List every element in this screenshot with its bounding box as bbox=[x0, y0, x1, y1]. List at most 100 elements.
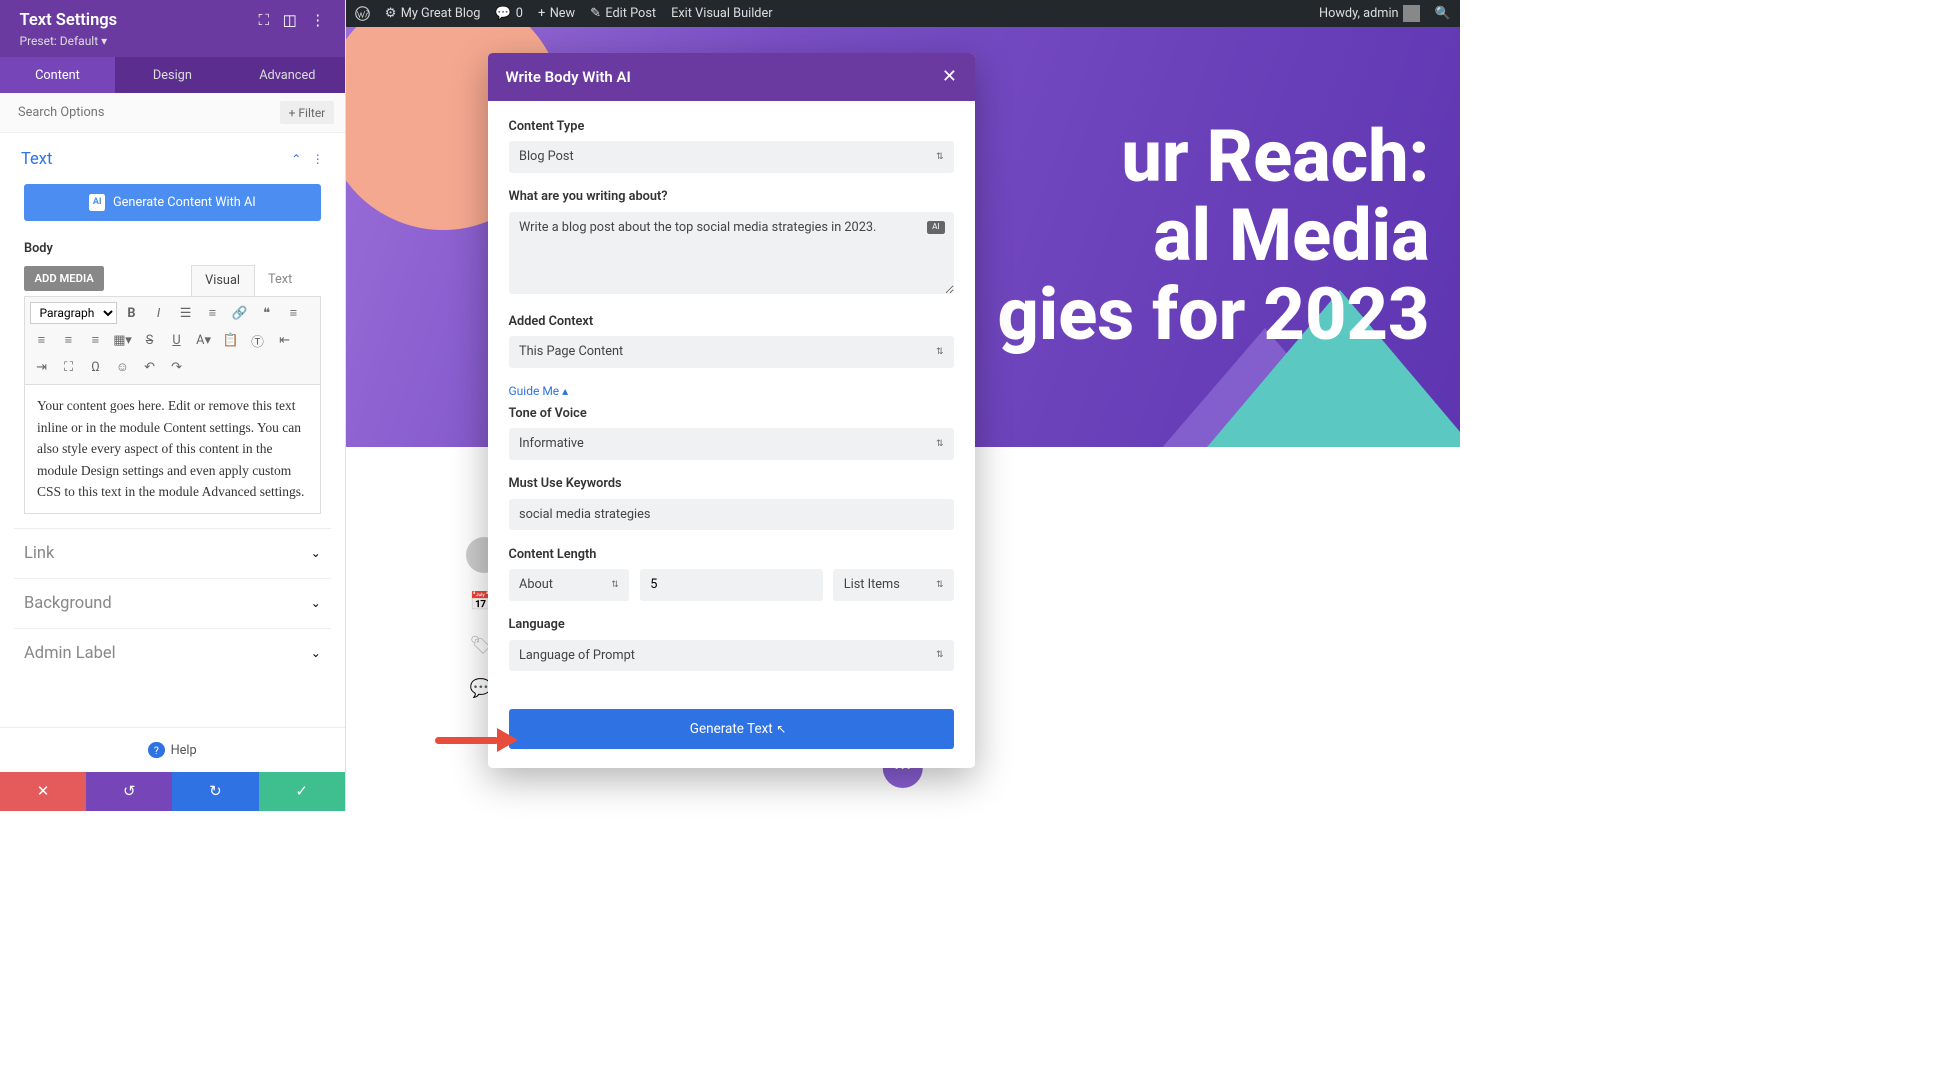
close-icon[interactable]: ✕ bbox=[942, 66, 957, 87]
tone-label: Tone of Voice bbox=[509, 406, 955, 421]
tab-advanced[interactable]: Advanced bbox=[230, 57, 345, 93]
editor-tab-visual[interactable]: Visual bbox=[191, 265, 255, 296]
generate-ai-button[interactable]: AI Generate Content With AI bbox=[24, 184, 321, 222]
modal-header: Write Body With AI ✕ bbox=[488, 53, 976, 101]
quote-icon[interactable]: ❝ bbox=[255, 301, 279, 325]
align-right-icon[interactable]: ≡ bbox=[57, 328, 81, 352]
cursor-icon: ↖ bbox=[776, 722, 786, 736]
search-icon[interactable]: 🔍 bbox=[1435, 6, 1451, 21]
comment-icon: 💬 bbox=[495, 6, 511, 21]
chevron-down-icon: ⌄ bbox=[311, 596, 321, 610]
editor-content[interactable]: Your content goes here. Edit or remove t… bbox=[24, 385, 321, 515]
paragraph-select[interactable]: Paragraph bbox=[30, 302, 117, 324]
help-link[interactable]: ?Help bbox=[0, 727, 345, 772]
wp-logo-icon[interactable] bbox=[355, 6, 370, 21]
search-input[interactable] bbox=[11, 101, 280, 125]
keywords-input[interactable] bbox=[509, 499, 955, 531]
section-admin-label[interactable]: Admin Label⌄ bbox=[14, 628, 332, 678]
sidebar-header: Text Settings ⛶ ◫ ⋮ Preset: Default ▾ bbox=[0, 0, 345, 57]
section-text-header[interactable]: Text ⌃⋮ bbox=[14, 142, 332, 176]
language-label: Language bbox=[509, 617, 955, 632]
about-label: What are you writing about? bbox=[509, 189, 955, 204]
context-label: Added Context bbox=[509, 314, 955, 329]
length-mode-select[interactable]: About bbox=[509, 569, 630, 601]
align-center-icon[interactable]: ≡ bbox=[30, 328, 54, 352]
plus-icon: + bbox=[538, 6, 545, 21]
more-icon[interactable]: ⋮ bbox=[310, 11, 325, 29]
expand-icon[interactable]: ⛶ bbox=[259, 11, 270, 29]
number-list-icon[interactable]: ≡ bbox=[201, 301, 225, 325]
chevron-up-icon[interactable]: ⌃ bbox=[291, 152, 301, 166]
editor-tab-text[interactable]: Text bbox=[255, 265, 306, 296]
comments-link[interactable]: 💬0 bbox=[495, 6, 523, 21]
tone-select[interactable]: Informative bbox=[509, 428, 955, 460]
align-justify-icon[interactable]: ≡ bbox=[84, 328, 108, 352]
add-media-button[interactable]: ADD MEDIA bbox=[24, 266, 104, 291]
chevron-down-icon: ⌄ bbox=[311, 646, 321, 660]
emoji-icon[interactable]: ☺ bbox=[111, 355, 135, 379]
generate-text-button[interactable]: Generate Text ↖ bbox=[509, 709, 955, 749]
howdy-link[interactable]: Howdy, admin bbox=[1319, 5, 1420, 22]
undo-icon[interactable]: ↶ bbox=[138, 355, 162, 379]
keywords-label: Must Use Keywords bbox=[509, 476, 955, 491]
paste-icon[interactable]: 📋 bbox=[219, 328, 243, 352]
avatar bbox=[1403, 5, 1420, 22]
edit-post-link[interactable]: ✎Edit Post bbox=[590, 6, 656, 21]
about-textarea[interactable] bbox=[509, 212, 955, 295]
underline-icon[interactable]: U bbox=[165, 328, 189, 352]
section-link[interactable]: Link⌄ bbox=[14, 528, 332, 578]
clear-format-icon[interactable]: Ⓣ bbox=[246, 328, 270, 352]
bullet-list-icon[interactable]: ☰ bbox=[174, 301, 198, 325]
editor-toolbar: Paragraph B I ☰ ≡ 🔗 ❝ ≡ ≡ ≡ ≡ ▦▾ S U A▾ … bbox=[24, 296, 321, 385]
tab-content[interactable]: Content bbox=[0, 57, 115, 93]
cancel-button[interactable]: ✕ bbox=[0, 772, 86, 811]
strike-icon[interactable]: S bbox=[138, 328, 162, 352]
plus-icon: + bbox=[289, 106, 296, 120]
sidebar-title: Text Settings bbox=[20, 11, 118, 30]
filter-button[interactable]: +Filter bbox=[280, 101, 335, 124]
guide-me-toggle[interactable]: Guide Me ▴ bbox=[509, 384, 955, 398]
language-select[interactable]: Language of Prompt bbox=[509, 640, 955, 672]
settings-sidebar: Text Settings ⛶ ◫ ⋮ Preset: Default ▾ Co… bbox=[0, 0, 346, 811]
section-more-icon[interactable]: ⋮ bbox=[312, 152, 324, 166]
bold-icon[interactable]: B bbox=[120, 301, 144, 325]
annotation-arrow bbox=[435, 728, 518, 752]
tab-design[interactable]: Design bbox=[115, 57, 230, 93]
new-link[interactable]: +New bbox=[538, 6, 575, 21]
link-icon[interactable]: 🔗 bbox=[228, 301, 252, 325]
preset-dropdown[interactable]: Preset: Default ▾ bbox=[20, 34, 326, 48]
hero-title: ur Reach: al Media gies for 2023 bbox=[998, 117, 1430, 355]
exit-builder-link[interactable]: Exit Visual Builder bbox=[671, 6, 772, 21]
content-type-label: Content Type bbox=[509, 119, 955, 134]
sidebar-tabs: Content Design Advanced bbox=[0, 57, 345, 93]
special-char-icon[interactable]: Ω bbox=[84, 355, 108, 379]
table-icon[interactable]: ▦▾ bbox=[111, 328, 135, 352]
italic-icon[interactable]: I bbox=[147, 301, 171, 325]
context-select[interactable]: This Page Content bbox=[509, 336, 955, 368]
text-color-icon[interactable]: A▾ bbox=[192, 328, 216, 352]
help-icon: ? bbox=[148, 742, 165, 759]
save-button[interactable]: ✓ bbox=[259, 772, 345, 811]
length-value-input[interactable] bbox=[640, 569, 823, 601]
indent-in-icon[interactable]: ⇥ bbox=[30, 355, 54, 379]
align-left-icon[interactable]: ≡ bbox=[282, 301, 306, 325]
wp-admin-bar: ⚙My Great Blog 💬0 +New ✎Edit Post Exit V… bbox=[346, 0, 1460, 27]
layout-icon[interactable]: ◫ bbox=[283, 11, 297, 29]
redo-icon[interactable]: ↷ bbox=[165, 355, 189, 379]
footer-actions: ✕ ↺ ↻ ✓ bbox=[0, 772, 345, 811]
content-type-select[interactable]: Blog Post bbox=[509, 141, 955, 173]
search-bar: +Filter bbox=[0, 93, 345, 133]
length-unit-select[interactable]: List Items bbox=[833, 569, 954, 601]
redo-button[interactable]: ↻ bbox=[172, 772, 258, 811]
ai-enhance-icon[interactable]: AI bbox=[927, 221, 945, 235]
ai-icon: AI bbox=[89, 194, 106, 211]
undo-button[interactable]: ↺ bbox=[86, 772, 172, 811]
fullscreen-icon[interactable]: ⛶ bbox=[57, 355, 81, 379]
indent-out-icon[interactable]: ⇤ bbox=[273, 328, 297, 352]
length-label: Content Length bbox=[509, 547, 955, 562]
section-background[interactable]: Background⌄ bbox=[14, 578, 332, 628]
site-link[interactable]: ⚙My Great Blog bbox=[385, 6, 481, 21]
chevron-down-icon: ⌄ bbox=[311, 546, 321, 560]
pencil-icon: ✎ bbox=[590, 6, 601, 21]
body-label: Body bbox=[14, 235, 332, 262]
